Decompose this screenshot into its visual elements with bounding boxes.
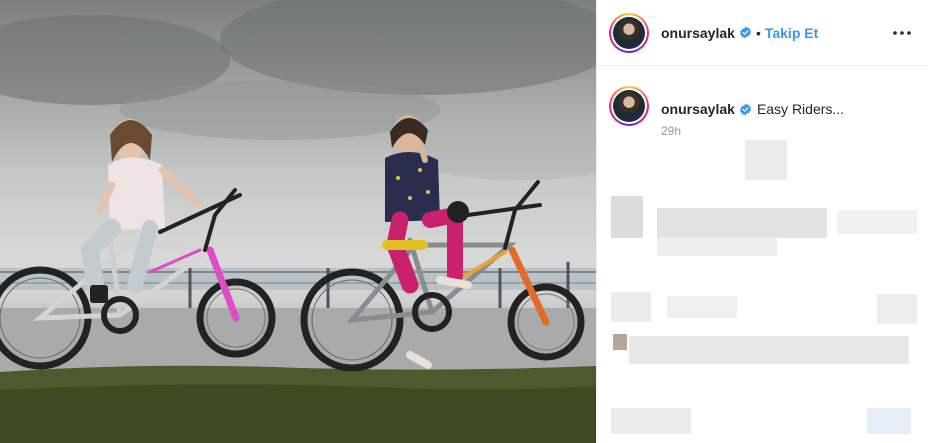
caption-text: onursaylak Easy Riders... bbox=[661, 86, 844, 126]
post-timestamp[interactable]: 29h bbox=[661, 124, 681, 138]
caption: onursaylak Easy Riders... bbox=[597, 66, 928, 126]
more-options-button[interactable] bbox=[890, 21, 914, 45]
caption-avatar[interactable] bbox=[609, 86, 649, 126]
follow-button[interactable]: Takip Et bbox=[765, 25, 818, 41]
more-options-icon bbox=[893, 30, 911, 35]
caption-body: Easy Riders... bbox=[756, 101, 845, 117]
caption-username[interactable]: onursaylak bbox=[661, 101, 735, 117]
verified-badge-icon bbox=[740, 26, 751, 39]
post-photo[interactable] bbox=[0, 0, 596, 443]
separator-dot: • bbox=[755, 24, 761, 41]
post-header: onursaylak • Takip Et bbox=[597, 0, 928, 66]
photo-illustration bbox=[0, 0, 596, 443]
avatar[interactable] bbox=[609, 12, 649, 53]
verified-badge-icon bbox=[740, 103, 751, 115]
post-side-panel: onursaylak • Takip Et onursaylak Easy Ri… bbox=[596, 0, 928, 443]
header-username[interactable]: onursaylak bbox=[661, 25, 735, 41]
